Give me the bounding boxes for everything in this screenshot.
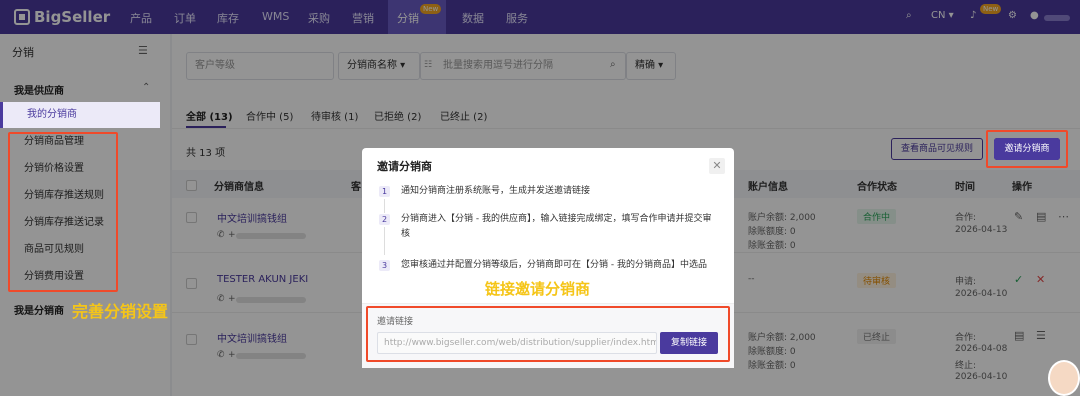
- modal-title: 邀请分销商: [377, 160, 432, 173]
- step-3-number: 3: [379, 260, 390, 271]
- step-connector: [384, 227, 385, 255]
- step-1-number: 1: [379, 186, 390, 197]
- close-icon[interactable]: ✕: [709, 158, 725, 174]
- sidebar-item-my-distributors-highlight[interactable]: 我的分销商: [0, 102, 160, 128]
- step-2-number: 2: [379, 214, 390, 225]
- settings-highlight-box: [8, 132, 118, 292]
- support-chat-avatar[interactable]: [1048, 360, 1080, 396]
- step-3-text: 您审核通过并配置分销等级后，分销商即可在【分销 - 我的分销商品】中选品: [401, 260, 707, 270]
- step-2-text: 分销商进入【分销 - 我的供应商】，输入链接完成绑定，填写合作申请并提交审核: [401, 214, 712, 239]
- invite-link-annotation: 链接邀请分销商: [485, 280, 591, 298]
- step-connector: [384, 199, 385, 213]
- step-1-text: 通知分销商注册系统账号，生成并发送邀请链接: [401, 186, 591, 196]
- invite-distributor-button-highlight[interactable]: 邀请分销商: [994, 138, 1060, 160]
- settings-annotation: 完善分销设置: [72, 302, 169, 321]
- invite-link-highlight-box: [366, 306, 730, 362]
